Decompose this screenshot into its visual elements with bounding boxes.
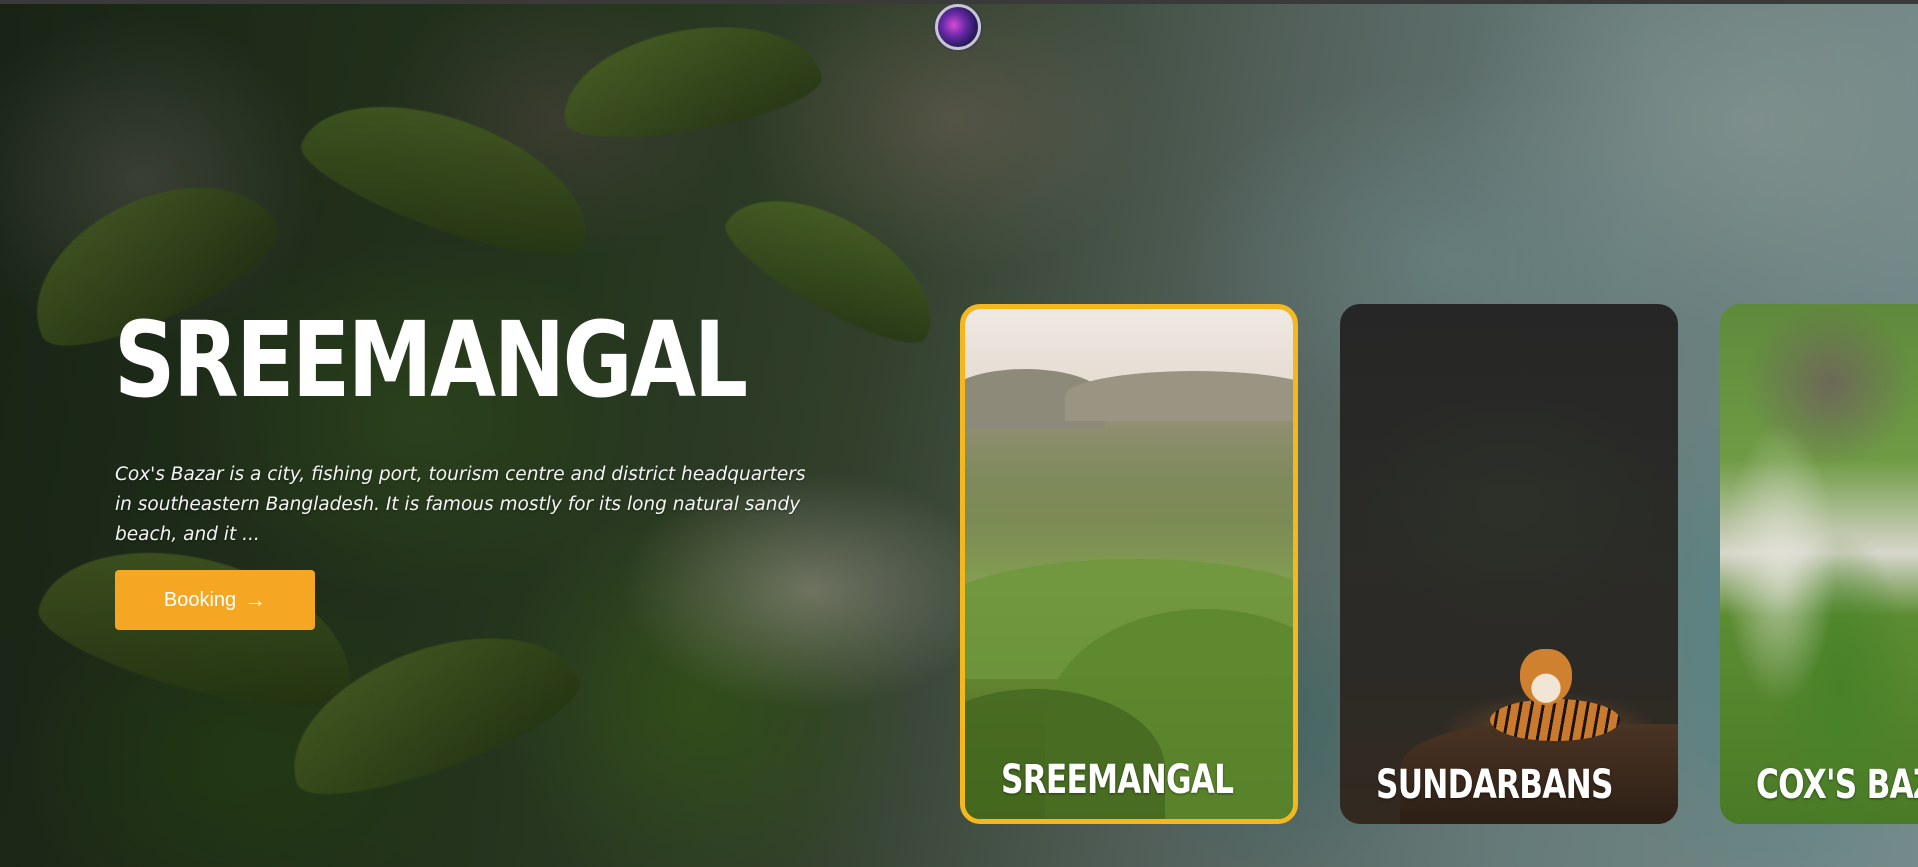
destination-card-sreemangal[interactable]: SREEMANGAL bbox=[960, 304, 1298, 824]
destination-card-coxs-bazar[interactable]: COX'S BAZAR bbox=[1720, 304, 1918, 824]
card-label: SREEMANGAL bbox=[1001, 757, 1234, 803]
hero-title: SREEMANGAL bbox=[114, 299, 748, 421]
card-label: COX'S BAZAR bbox=[1756, 762, 1918, 808]
booking-button-label: Booking bbox=[163, 588, 237, 611]
card-label: SUNDARBANS bbox=[1376, 762, 1613, 808]
tiger-head bbox=[1520, 649, 1572, 705]
sreemangal-image bbox=[965, 309, 1293, 819]
destination-card-sundarbans[interactable]: SUNDARBANS bbox=[1340, 304, 1678, 824]
coxs-bazar-image bbox=[1720, 304, 1918, 824]
page: SREEMANGAL Cox's Bazar is a city, fishin… bbox=[0, 0, 1918, 867]
hero-description: Cox's Bazar is a city, fishing port, tou… bbox=[115, 464, 806, 545]
booking-button[interactable]: Booking → bbox=[115, 570, 315, 630]
arrow-right-icon: → bbox=[244, 587, 267, 612]
hill-shape bbox=[1065, 371, 1293, 421]
avatar[interactable] bbox=[935, 4, 981, 50]
sundarbans-image bbox=[1340, 304, 1678, 824]
tiger-body bbox=[1490, 699, 1620, 741]
